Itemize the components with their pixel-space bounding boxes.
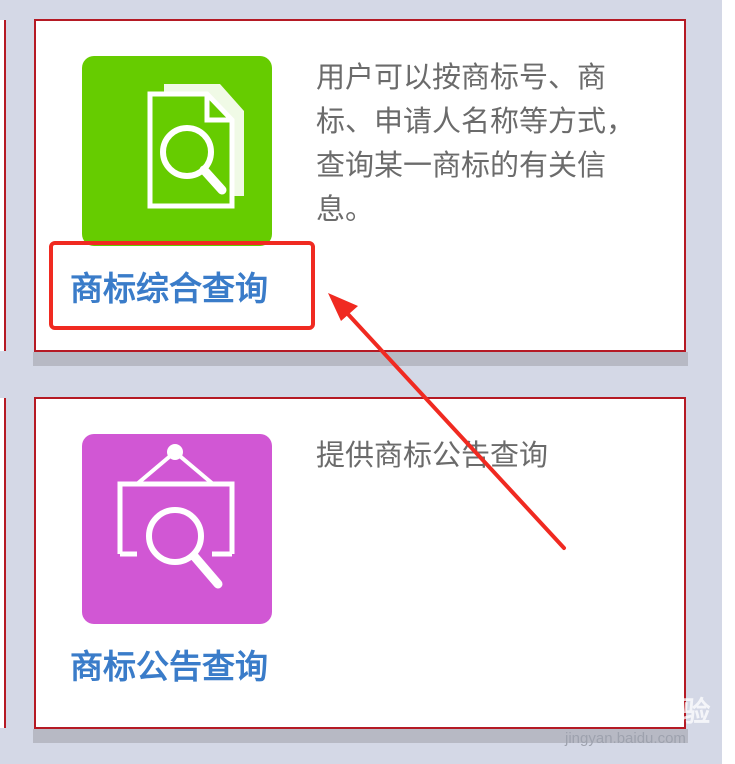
watermark-url: jingyan.baidu.com [565,730,686,747]
baidu-jingyan-logo: Bai du 经验 [561,696,711,727]
annotation-arrow [328,293,566,550]
